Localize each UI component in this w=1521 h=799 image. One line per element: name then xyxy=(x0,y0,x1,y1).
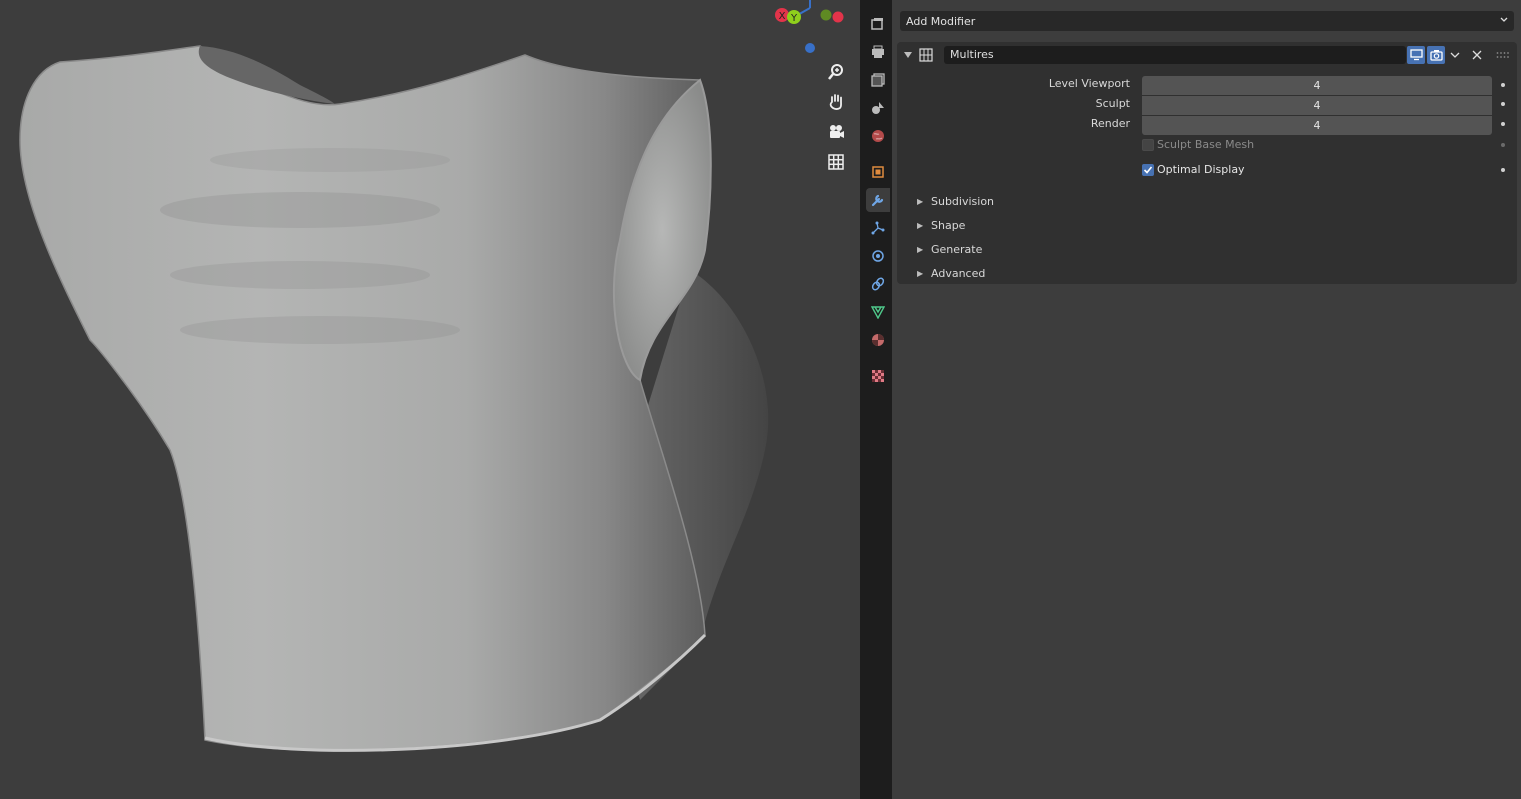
sculpt-base-mesh-label: Sculpt Base Mesh xyxy=(1157,138,1255,151)
modifier-options-dropdown[interactable] xyxy=(1446,46,1464,64)
add-modifier-label: Add Modifier xyxy=(906,14,976,28)
axis-y-label: Y xyxy=(790,13,798,24)
remove-modifier-button[interactable] xyxy=(1468,46,1486,64)
checkmark-icon xyxy=(1143,166,1153,174)
multires-modifier-panel: Multires Level Viewport 4 Sculpt 4 Rende… xyxy=(897,42,1517,284)
add-modifier-dropdown[interactable]: Add Modifier xyxy=(900,11,1514,31)
render-row: Render xyxy=(897,116,1130,132)
multires-icon xyxy=(919,48,933,62)
subpanel-shape[interactable]: ▶ Shape xyxy=(917,216,965,234)
axis-z-negative[interactable] xyxy=(805,43,815,53)
optimal-display-checkbox[interactable] xyxy=(1142,164,1154,176)
modifier-name-field[interactable]: Multires xyxy=(944,46,1406,64)
render-level-field[interactable]: 4 xyxy=(1142,116,1492,135)
object-icon xyxy=(872,166,884,178)
render-label: Render xyxy=(1090,117,1130,130)
tab-particles[interactable] xyxy=(866,216,890,240)
chevron-down-icon xyxy=(1500,17,1508,22)
properties-tab-bar xyxy=(863,0,892,799)
zoom-icon xyxy=(828,64,843,80)
subpanel-label: Generate xyxy=(931,242,983,256)
expand-triangle-icon: ▶ xyxy=(917,244,924,254)
level-viewport-field[interactable]: 4 xyxy=(1142,76,1492,95)
sculpt-base-mesh-checkbox[interactable] xyxy=(1142,139,1154,151)
output-icon xyxy=(872,45,884,58)
drag-grip-icon xyxy=(1496,52,1509,58)
tab-material[interactable] xyxy=(866,328,890,352)
expand-triangle-icon: ▶ xyxy=(917,196,924,206)
tab-constraints[interactable] xyxy=(866,272,890,296)
subpanel-label: Subdivision xyxy=(931,194,995,208)
close-icon xyxy=(1472,50,1482,60)
tab-world[interactable] xyxy=(866,124,890,148)
zoom-button[interactable] xyxy=(822,58,850,86)
pan-button[interactable] xyxy=(822,88,850,116)
render-icon xyxy=(871,18,883,30)
monitor-icon xyxy=(1409,49,1423,61)
subpanel-advanced[interactable]: ▶ Advanced xyxy=(917,264,985,282)
tab-object[interactable] xyxy=(866,160,890,184)
keyframe-dot[interactable] xyxy=(1501,102,1505,106)
level-viewport-row: Level Viewport xyxy=(897,76,1130,92)
keyframe-dot[interactable] xyxy=(1501,143,1505,147)
tab-scene[interactable] xyxy=(866,96,890,120)
subpanel-label: Advanced xyxy=(931,266,986,280)
3d-viewport[interactable]: X Y xyxy=(0,0,860,799)
level-viewport-label: Level Viewport xyxy=(1048,77,1130,90)
particles-icon xyxy=(871,221,885,235)
view-layer-icon xyxy=(871,73,885,87)
camera-view-button[interactable] xyxy=(822,118,850,146)
sculpt-label: Sculpt xyxy=(1095,97,1130,110)
sculpt-row: Sculpt xyxy=(897,96,1130,112)
subpanel-label: Shape xyxy=(931,218,966,232)
modifier-header[interactable]: Multires xyxy=(897,42,1517,68)
constraints-icon xyxy=(871,277,885,291)
subpanel-subdivision[interactable]: ▶ Subdivision xyxy=(917,192,994,210)
tab-texture[interactable] xyxy=(866,364,890,388)
camera-icon xyxy=(830,125,844,138)
axis-x-negative[interactable] xyxy=(832,11,844,23)
show-in-render-toggle[interactable] xyxy=(1427,46,1445,64)
tab-view-layer[interactable] xyxy=(866,68,890,92)
show-in-viewport-toggle[interactable] xyxy=(1407,46,1425,64)
hand-icon xyxy=(829,94,842,110)
expand-triangle-icon: ▶ xyxy=(917,220,924,230)
perspective-toggle-button[interactable] xyxy=(822,148,850,176)
subpanel-generate[interactable]: ▶ Generate xyxy=(917,240,982,258)
tab-physics[interactable] xyxy=(866,244,890,268)
tab-output[interactable] xyxy=(866,40,890,64)
material-icon xyxy=(872,334,884,346)
navigation-gizmo[interactable]: X Y xyxy=(770,0,850,60)
physics-icon xyxy=(872,250,884,262)
expand-triangle-icon: ▶ xyxy=(917,268,924,278)
keyframe-dot[interactable] xyxy=(1501,168,1505,172)
mesh-data-icon xyxy=(871,306,885,319)
sculpted-top-mesh xyxy=(19,45,769,752)
axis-y-negative[interactable] xyxy=(820,9,832,21)
world-icon xyxy=(872,130,884,142)
tab-modifiers[interactable] xyxy=(866,188,890,212)
keyframe-dot[interactable] xyxy=(1501,83,1505,87)
chevron-down-icon xyxy=(1450,52,1460,58)
scene-icon xyxy=(872,102,884,114)
camera-icon xyxy=(1429,50,1443,61)
collapse-triangle-icon[interactable] xyxy=(903,50,913,60)
properties-editor: Add Modifier Multires Level Viewport 4 S… xyxy=(892,0,1521,799)
tab-render[interactable] xyxy=(866,12,890,36)
keyframe-dot[interactable] xyxy=(1501,122,1505,126)
optimal-display-label: Optimal Display xyxy=(1157,163,1245,176)
sculpt-level-field[interactable]: 4 xyxy=(1142,96,1492,115)
grid-icon xyxy=(828,154,844,170)
wrench-icon xyxy=(871,194,884,207)
drag-handle[interactable] xyxy=(1494,46,1512,64)
axis-x-label: X xyxy=(779,11,786,22)
tab-data[interactable] xyxy=(866,300,890,324)
texture-icon xyxy=(872,370,884,382)
